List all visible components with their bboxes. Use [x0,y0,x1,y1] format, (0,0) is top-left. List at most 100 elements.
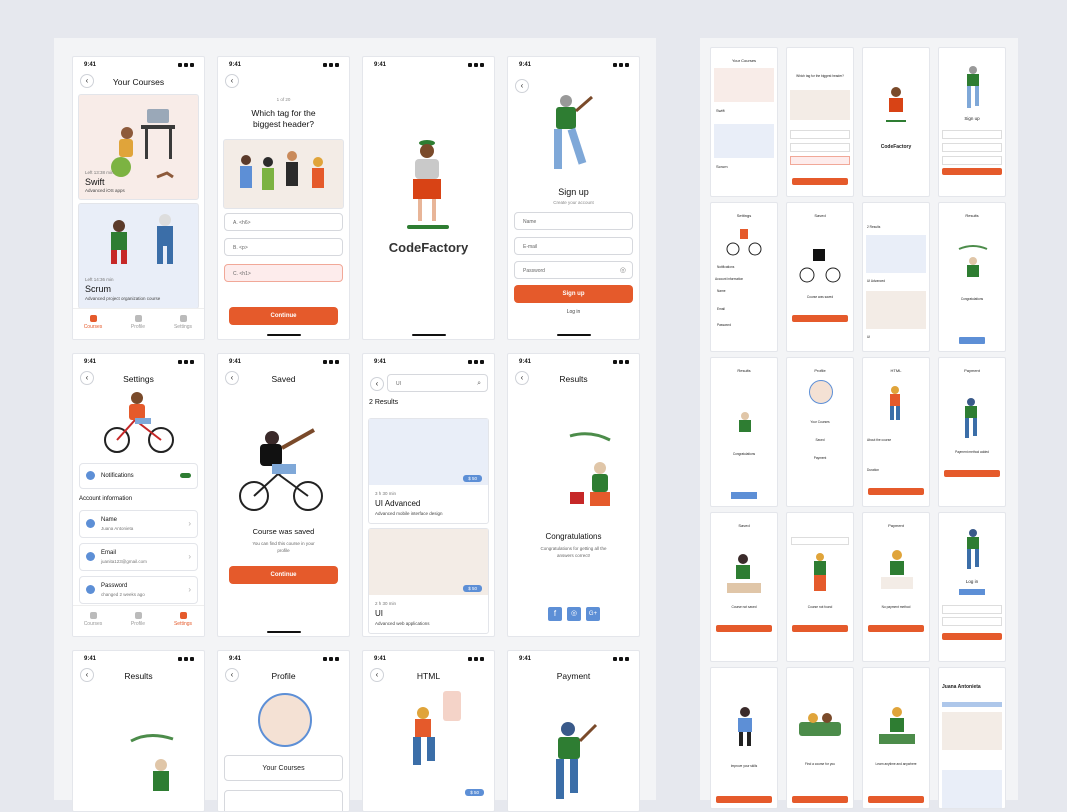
thumb-profile: Profile Your Courses Saved Payment [786,357,854,507]
quiz-option-a[interactable]: A. <h6> [224,213,343,231]
back-button[interactable]: ‹ [225,74,239,88]
continue-button[interactable]: Continue [229,307,338,325]
screen-quiz: 9:41 ‹ 1 of 20 Which tag for the biggest… [217,56,350,340]
thumb-illustration [958,245,988,277]
thumb-text: Scrum [716,164,728,169]
skater-illustration [407,140,449,229]
thumb-title: Results [737,368,751,373]
thumb-no-payment: Payment No payment method [862,512,930,662]
tab-profile[interactable]: Profile [118,312,158,330]
thumb-illustration [890,386,900,420]
result-meta: 3 h 30 min [375,491,397,496]
thumb-illustration [881,550,913,589]
status-bar: 9:41 [218,57,349,73]
name-field[interactable]: Name [514,212,633,230]
page-title: Payment [556,671,591,681]
search-input[interactable]: UI ⌕ [387,374,488,392]
thumb-text: Duration [867,468,880,472]
status-bar: 9:41 [363,57,494,73]
page-title: Profile [271,671,296,681]
thumb-image [714,68,774,102]
screen-results-2: 9:41 ‹ Results [72,650,205,812]
quiz-option-c[interactable]: C. <h1> [224,264,343,282]
status-bar: 9:41 [508,651,639,667]
thumb-quiz: Which tag for the biggest header? [786,47,854,197]
facebook-icon[interactable]: f [548,607,562,621]
notifications-toggle[interactable] [180,473,191,478]
tab-settings[interactable]: Settings [163,609,203,627]
thumb-socials [959,337,985,344]
page-title: HTML [416,671,441,681]
price-badge: $ 50 [463,585,482,592]
back-button[interactable]: ‹ [515,79,529,93]
thumb-illustration [879,707,915,744]
password-row[interactable]: Password changed 2 weeks ago › [79,576,198,604]
course-meta: Left 13:38 min [85,170,114,175]
chevron-right-icon: › [188,552,191,561]
results-count: 2 Results [369,399,399,406]
thumb-text: Saved [815,438,825,442]
course-meta: Left 14:36 min [85,277,114,282]
page-title: Saved [271,374,296,384]
thumb-illustration [727,554,761,593]
email-field[interactable]: E-mail [514,237,633,255]
page-title: Results [559,374,588,384]
password-field[interactable]: Password ◎ [514,261,633,279]
back-button[interactable]: ‹ [370,377,384,391]
result-card[interactable]: $ 50 2 h 30 min UI Advanced web applicat… [368,528,489,634]
tab-courses[interactable]: Courses [73,609,113,627]
tab-courses[interactable]: Courses [73,312,113,330]
tab-bar: Courses Profile Settings [73,308,204,339]
saved-body: You can find this course in your profile [252,541,315,553]
tab-settings[interactable]: Settings [163,312,203,330]
runner-illustration [413,691,461,765]
thumb-text: Account information [715,277,744,281]
thumb-your-courses: Your Courses Swift Scrum [710,47,778,197]
continue-button[interactable]: Continue [229,566,338,584]
thumb-signup: Sign up [938,47,1006,197]
dancer-illustration [554,95,593,169]
saved-heading: Course was saved [252,527,315,536]
screen-html: 9:41 ‹ HTML $ 50 [362,650,495,812]
thumb-socials [731,492,757,499]
thumb-illustration [965,398,977,438]
thumb-illustration [739,412,751,432]
screen-your-courses: 9:41 ‹ Your Courses Left 13:38 min Swift… [72,56,205,340]
status-bar: 9:41 [73,651,204,667]
quiz-option-b[interactable]: B. <p> [224,238,343,256]
signup-button[interactable]: Sign up [514,285,633,303]
thumb-text: Email [717,307,725,311]
dancer-illustration [556,722,598,799]
thumb-saved-b: Saved Course not saved [710,512,778,662]
result-card[interactable]: $ 50 3 h 30 min UI Advanced Advanced mob… [368,418,489,524]
eye-icon[interactable]: ◎ [620,262,626,280]
screen-payment: 9:41 Payment [507,650,640,812]
instagram-icon[interactable]: ◎ [567,607,581,621]
thumb-text: UI [867,335,871,339]
thumb-button [792,625,848,632]
bell-icon [86,471,95,480]
thumb-illustration [814,553,826,591]
thumb-payment: Payment Payment method added [938,357,1006,507]
tab-profile[interactable]: Profile [118,609,158,627]
search-icon[interactable]: ⌕ [477,375,481,393]
thumb-image [714,124,774,158]
your-courses-button[interactable]: Your Courses [224,755,343,781]
page-title: Sign up [558,187,589,197]
brand-logo-text: CodeFactory [388,240,469,255]
thumb-illustration [886,87,906,122]
thumb-button [942,633,1002,640]
google-plus-icon[interactable]: G+ [586,607,600,621]
cyclist-illustration [104,392,174,453]
thumb-title: Congratulations [960,297,984,301]
notifications-row[interactable]: Notifications [79,463,198,489]
thumb-button [868,488,924,495]
email-row[interactable]: Email juanita123@gmail.com › [79,543,198,571]
section-heading: Account information [79,496,133,502]
avatar[interactable] [258,693,312,747]
cyclist-illustration [239,428,323,511]
thumb-title: Log in [965,579,979,584]
name-row[interactable]: Name Juana Antonieta › [79,510,198,538]
login-link[interactable]: Log in [508,309,639,315]
saved-button[interactable] [224,790,343,811]
